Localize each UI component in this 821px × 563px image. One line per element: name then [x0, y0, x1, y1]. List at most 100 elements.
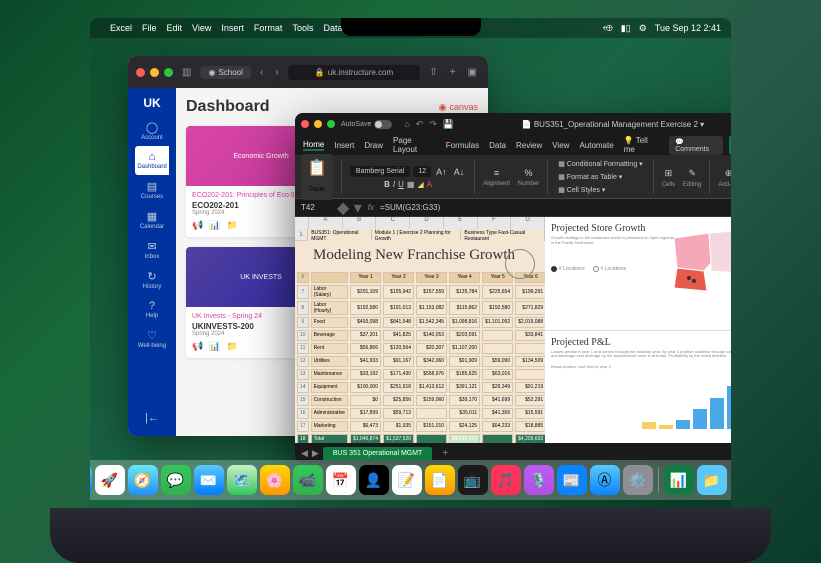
menu-view[interactable]: View: [192, 23, 211, 33]
browser-tab[interactable]: ◉ School: [200, 66, 250, 79]
maximize-button[interactable]: [164, 68, 173, 77]
wifi-icon[interactable]: ⬲: [603, 23, 613, 34]
maximize-button[interactable]: [327, 120, 335, 128]
canvas-uk-logo[interactable]: UK: [143, 96, 160, 110]
increase-font-icon[interactable]: A↑: [434, 165, 449, 179]
dock-notes[interactable]: 📄: [425, 465, 455, 495]
menu-edit[interactable]: Edit: [167, 23, 183, 33]
font-size-select[interactable]: 12: [413, 166, 431, 177]
sheet-nav-prev[interactable]: ◀: [301, 448, 308, 459]
back-icon[interactable]: ‹: [260, 67, 263, 78]
alignment-icon[interactable]: ≡: [492, 166, 501, 180]
tab-review[interactable]: Review: [516, 141, 542, 150]
dock-news[interactable]: 📰: [557, 465, 587, 495]
cells-icon[interactable]: ⊞: [663, 166, 675, 181]
sidebar-item-well-being[interactable]: ♡Well-being: [135, 324, 168, 354]
format-as-table[interactable]: ▦ Format as Table ▾: [556, 171, 624, 183]
close-button[interactable]: [136, 68, 145, 77]
tab-insert[interactable]: Insert: [334, 141, 354, 150]
comments-button[interactable]: 💬 Comments: [669, 136, 722, 155]
fill-color-button[interactable]: ◢: [417, 180, 423, 189]
redo-icon[interactable]: ↷: [429, 119, 437, 130]
menubar-app-name[interactable]: Excel: [110, 23, 132, 33]
menu-tools[interactable]: Tools: [292, 23, 313, 33]
dock-finder[interactable]: 😊: [90, 465, 92, 495]
addins-icon[interactable]: ⊕: [723, 166, 731, 181]
cell-styles[interactable]: ▦ Cell Styles ▾: [556, 184, 607, 196]
dock-podcasts[interactable]: 🎙️: [524, 465, 554, 495]
share-icon[interactable]: ⇧: [429, 67, 437, 78]
dock-settings[interactable]: ⚙️: [623, 465, 653, 495]
font-select[interactable]: Bamberg Serial: [350, 166, 410, 177]
dock-mail[interactable]: ✉️: [194, 465, 224, 495]
share-button[interactable]: 👥 Share ▾: [729, 135, 731, 155]
tab-data[interactable]: Data: [489, 141, 506, 150]
paste-button[interactable]: 📋Paste: [301, 154, 333, 200]
tell-me[interactable]: 💡 Tell me: [624, 136, 660, 154]
decrease-font-icon[interactable]: A↓: [452, 165, 467, 179]
forward-icon[interactable]: ›: [275, 67, 278, 78]
underline-button[interactable]: U: [398, 180, 404, 189]
sidebar-toggle-icon[interactable]: ▥: [182, 67, 191, 78]
font-color-button[interactable]: A: [427, 180, 432, 189]
control-center-icon[interactable]: ⚙: [639, 23, 647, 34]
dock-messages[interactable]: 💬: [161, 465, 191, 495]
dock-appstore[interactable]: Ⓐ: [590, 465, 620, 495]
tabs-icon[interactable]: ▣: [468, 67, 477, 78]
dock-folder[interactable]: 📁: [697, 465, 727, 495]
new-tab-icon[interactable]: +: [450, 67, 456, 78]
sidebar-item-dashboard[interactable]: ⌂Dashboard: [135, 146, 168, 175]
formula-input[interactable]: =SUM(G23:G33): [380, 203, 440, 212]
border-button[interactable]: ▦: [407, 180, 415, 189]
tab-automate[interactable]: Automate: [579, 141, 613, 150]
conditional-formatting[interactable]: ▦ Conditional Formatting ▾: [556, 158, 644, 170]
dock-tv[interactable]: 📺: [458, 465, 488, 495]
sidebar-item-account[interactable]: ◯Account: [135, 116, 168, 146]
name-box[interactable]: T42: [301, 203, 331, 212]
tab-home[interactable]: Home: [303, 140, 324, 151]
autosave-toggle[interactable]: AutoSave: [341, 120, 392, 129]
document-title[interactable]: 📄 BUS351_Operational Management Exercise…: [460, 120, 731, 129]
dock-facetime[interactable]: 📹: [293, 465, 323, 495]
sidebar-item-history[interactable]: ↻History: [135, 265, 168, 295]
sidebar-item-courses[interactable]: ▤Courses: [135, 175, 168, 205]
dock-photos[interactable]: 🌸: [260, 465, 290, 495]
dock-maps[interactable]: 🗺️: [227, 465, 257, 495]
undo-icon[interactable]: ↶: [416, 119, 424, 130]
dock-safari[interactable]: 🧭: [128, 465, 158, 495]
menu-format[interactable]: Format: [254, 23, 283, 33]
tab-formulas[interactable]: Formulas: [446, 141, 479, 150]
dock-excel[interactable]: 📊: [664, 465, 694, 495]
address-bar[interactable]: 🔒 uk.instructure.com: [288, 65, 421, 80]
sidebar-item-calendar[interactable]: ▦Calendar: [135, 205, 168, 235]
dock-calendar[interactable]: 📅: [326, 465, 356, 495]
menu-insert[interactable]: Insert: [221, 23, 244, 33]
dock-trash[interactable]: 🗑️: [730, 465, 732, 495]
column-headers[interactable]: ABCDEFG: [295, 217, 545, 229]
number-format-icon[interactable]: %: [523, 166, 535, 180]
battery-icon[interactable]: ▮▯: [621, 23, 631, 34]
tab-draw[interactable]: Draw: [364, 141, 383, 150]
add-sheet-button[interactable]: +: [436, 448, 454, 459]
menu-file[interactable]: File: [142, 23, 157, 33]
sidebar-collapse[interactable]: |←: [128, 407, 176, 430]
italic-button[interactable]: I: [393, 180, 395, 189]
home-icon[interactable]: ⌂: [404, 119, 409, 130]
dock-music[interactable]: 🎵: [491, 465, 521, 495]
close-button[interactable]: [301, 120, 309, 128]
sidebar-item-help[interactable]: ?Help: [135, 295, 168, 324]
minimize-button[interactable]: [314, 120, 322, 128]
tab-view[interactable]: View: [552, 141, 569, 150]
bold-button[interactable]: B: [384, 180, 390, 189]
sheet-nav-next[interactable]: ▶: [312, 448, 319, 459]
save-icon[interactable]: 💾: [443, 119, 454, 130]
data-table[interactable]: 6Year 1Year 2Year 3Year 4Year 5Year 67La…: [295, 270, 548, 444]
dock-reminders[interactable]: 📝: [392, 465, 422, 495]
editing-icon[interactable]: ✎: [686, 166, 698, 181]
sheet-tab[interactable]: BUS 351 Operational MGMT: [323, 447, 432, 460]
dock-launchpad[interactable]: 🚀: [95, 465, 125, 495]
minimize-button[interactable]: [150, 68, 159, 77]
fx-icon[interactable]: fx: [368, 203, 374, 212]
tab-page-layout[interactable]: Page Layout: [393, 136, 436, 154]
dock-contacts[interactable]: 👤: [359, 465, 389, 495]
